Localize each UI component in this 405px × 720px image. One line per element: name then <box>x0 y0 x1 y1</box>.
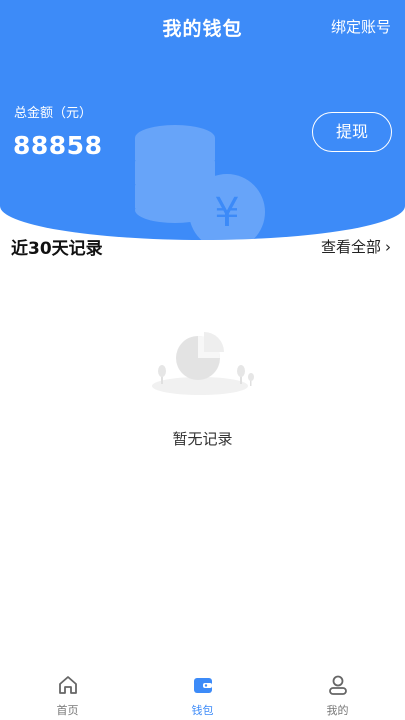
wallet-header: ¥ 我的钱包 绑定账号 总金额（元） 88858 提现 <box>0 0 405 240</box>
view-all-link[interactable]: 查看全部 › <box>321 236 391 257</box>
bind-account-link[interactable]: 绑定账号 <box>331 16 391 37</box>
section-title: 近30天记录 <box>11 239 103 259</box>
empty-state-text: 暂无记录 <box>172 430 233 448</box>
tab-wallet[interactable]: 钱包 <box>135 666 270 720</box>
tab-home-label: 首页 <box>56 704 79 717</box>
tab-profile-label: 我的 <box>326 704 349 717</box>
tab-home[interactable]: 首页 <box>0 666 135 720</box>
tab-profile[interactable]: 我的 <box>270 666 405 720</box>
home-icon <box>58 676 77 694</box>
records-section-header: 近30天记录 查看全部 › <box>0 234 405 260</box>
wallet-icon <box>193 678 212 693</box>
empty-records-illustration <box>152 332 254 395</box>
view-all-label: 查看全部 <box>320 238 381 256</box>
svg-text:¥: ¥ <box>214 190 239 236</box>
coin-stack-icon: ¥ <box>135 125 265 240</box>
balance-label: 总金额（元） <box>14 106 93 121</box>
chevron-right-icon: › <box>385 238 391 256</box>
user-icon <box>328 675 347 695</box>
tab-wallet-label: 钱包 <box>191 704 214 717</box>
balance-value: 88858 <box>13 131 103 160</box>
withdraw-button[interactable]: 提现 <box>312 112 392 152</box>
bottom-tab-bar: 首页 钱包 我的 <box>0 666 405 720</box>
